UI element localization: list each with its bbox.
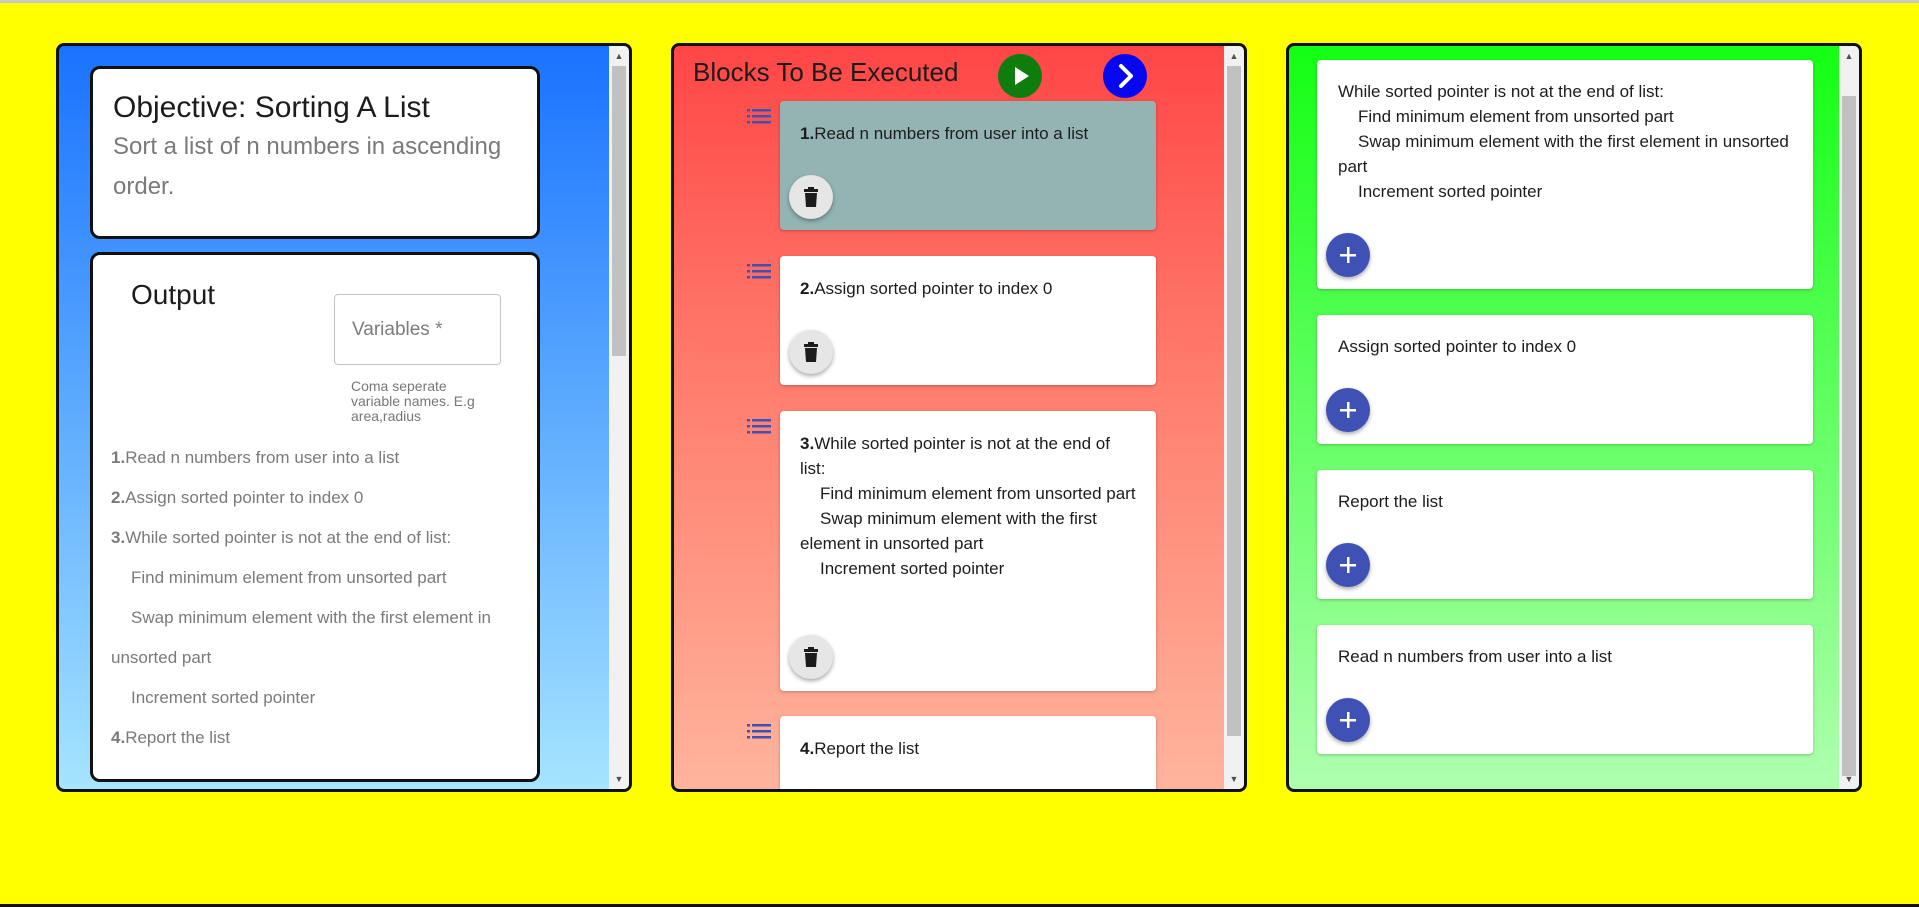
output-line: Swap minimum element with the first elem… — [111, 608, 491, 667]
add-block-button[interactable] — [1326, 543, 1370, 587]
objective-title: Objective: Sorting A List — [113, 91, 430, 124]
output-line: 3.While sorted pointer is not at the end… — [111, 528, 452, 547]
available-block-2[interactable]: Assign sorted pointer to index 0 — [1317, 315, 1813, 444]
scroll-up-arrow[interactable]: ▲ — [1839, 48, 1859, 64]
objective-panel: Objective: Sorting A List Sort a list of… — [56, 43, 632, 792]
block-text: Report the list — [1338, 492, 1443, 511]
available-block-3[interactable]: Report the list — [1317, 470, 1813, 599]
execute-panel: Blocks To Be Executed 1.Read n numbers f… — [671, 43, 1247, 792]
chevron-right-icon — [1119, 64, 1133, 88]
output-line: 4.Report the list — [111, 728, 231, 747]
scroll-thumb[interactable] — [1842, 96, 1856, 776]
output-card: Output Variables * Coma seperate variabl… — [90, 252, 540, 782]
scroll-thumb[interactable] — [1227, 66, 1241, 736]
output-line: Find minimum element from unsorted part — [131, 568, 447, 587]
plus-icon — [1340, 557, 1356, 573]
objective-card: Objective: Sorting A List Sort a list of… — [90, 66, 540, 239]
drag-list-icon[interactable] — [747, 106, 771, 126]
exec-block-1[interactable]: 1.Read n numbers from user into a list — [780, 101, 1156, 230]
available-block-1[interactable]: While sorted pointer is not at the end o… — [1317, 60, 1813, 289]
block-text: 4.Report the list — [800, 739, 920, 758]
output-title: Output — [131, 279, 216, 310]
exec-block-4[interactable]: 4.Report the list — [780, 716, 1156, 792]
top-border — [0, 0, 1919, 3]
block-text: 3.While sorted pointer is not at the end… — [800, 434, 1136, 578]
blocks-panel: While sorted pointer is not at the end o… — [1286, 43, 1862, 792]
block-text: While sorted pointer is not at the end o… — [1338, 82, 1789, 201]
objective-scrollbar[interactable]: ▲ ▼ — [609, 46, 629, 789]
variables-helper-text: Coma seperate variable names. E.g area,r… — [351, 378, 475, 424]
available-block-4[interactable]: Read n numbers from user into a list — [1317, 625, 1813, 754]
trash-icon — [804, 647, 818, 667]
add-block-button[interactable] — [1326, 233, 1370, 277]
scroll-thumb[interactable] — [612, 66, 626, 356]
next-button[interactable] — [1103, 54, 1147, 98]
exec-block-2[interactable]: 2.Assign sorted pointer to index 0 — [780, 256, 1156, 385]
block-text: 1.Read n numbers from user into a list — [800, 124, 1089, 143]
drag-list-icon[interactable] — [747, 416, 771, 436]
scroll-down-arrow[interactable]: ▼ — [1224, 771, 1244, 787]
delete-button[interactable] — [789, 330, 833, 374]
scroll-up-arrow[interactable]: ▲ — [609, 48, 629, 64]
trash-icon — [804, 187, 818, 207]
block-text: 2.Assign sorted pointer to index 0 — [800, 279, 1053, 298]
scroll-down-arrow[interactable]: ▼ — [1839, 771, 1859, 787]
execute-title: Blocks To Be Executed — [693, 57, 959, 87]
drag-list-icon[interactable] — [747, 721, 771, 741]
scroll-down-arrow[interactable]: ▼ — [609, 771, 629, 787]
add-block-button[interactable] — [1326, 698, 1370, 742]
delete-button[interactable] — [789, 175, 833, 219]
play-button[interactable] — [998, 54, 1042, 98]
blocks-scrollbar[interactable]: ▲ ▼ — [1839, 46, 1859, 789]
block-text: Read n numbers from user into a list — [1338, 647, 1613, 666]
output-line: Increment sorted pointer — [131, 688, 316, 707]
objective-description: Sort a list of n numbers in ascending or… — [113, 133, 502, 200]
output-list: 1.Read n numbers from user into a list 2… — [111, 438, 531, 758]
variables-input[interactable]: Variables * — [334, 294, 501, 365]
delete-button[interactable] — [789, 635, 833, 679]
delete-button[interactable] — [789, 790, 833, 792]
block-text: Assign sorted pointer to index 0 — [1338, 337, 1577, 356]
plus-icon — [1340, 247, 1356, 263]
execute-scrollbar[interactable]: ▲ ▼ — [1224, 46, 1244, 789]
output-line: 2.Assign sorted pointer to index 0 — [111, 488, 364, 507]
plus-icon — [1340, 712, 1356, 728]
trash-icon — [804, 342, 818, 362]
add-block-button[interactable] — [1326, 388, 1370, 432]
play-icon — [1015, 67, 1029, 85]
scroll-up-arrow[interactable]: ▲ — [1224, 48, 1244, 64]
exec-block-3[interactable]: 3.While sorted pointer is not at the end… — [780, 411, 1156, 691]
output-line: 1.Read n numbers from user into a list — [111, 448, 400, 467]
plus-icon — [1340, 402, 1356, 418]
drag-list-icon[interactable] — [747, 261, 771, 281]
